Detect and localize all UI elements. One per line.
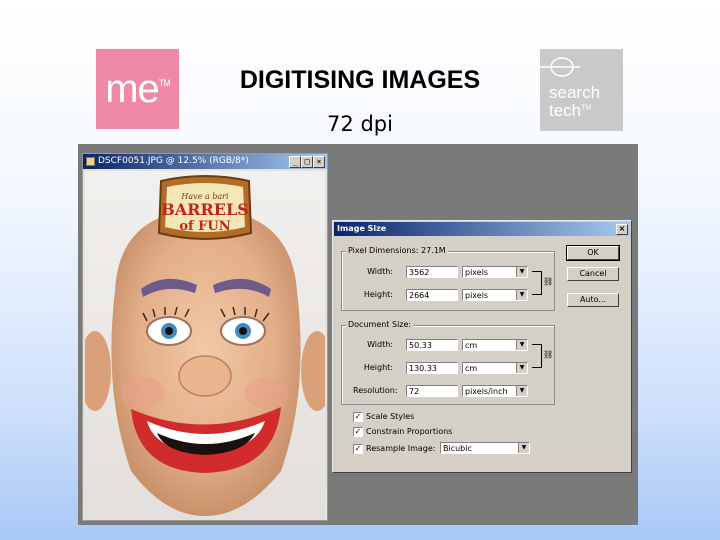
cancel-button[interactable]: Cancel xyxy=(567,267,619,281)
pixel-width-label: Width: xyxy=(367,267,393,276)
scale-styles-checkbox[interactable]: ✓ xyxy=(353,412,363,422)
resolution-unit-select[interactable]: pixels/inch ▼ xyxy=(462,385,528,397)
dropdown-arrow-icon: ▼ xyxy=(516,340,527,350)
dropdown-arrow-icon: ▼ xyxy=(516,290,527,300)
constrain-proportions-checkbox[interactable]: ✓ xyxy=(353,427,363,437)
scale-styles-label: Scale Styles xyxy=(366,412,415,421)
resolution-field[interactable]: 72 xyxy=(406,385,458,397)
pixel-height-field[interactable]: 2664 xyxy=(406,289,458,301)
pixel-dimensions-group xyxy=(341,251,555,311)
slide-subtitle: 72 dpi xyxy=(327,112,393,136)
searchtech-line2-text: tech xyxy=(549,101,582,120)
pixel-height-unit: pixels xyxy=(465,291,489,300)
clown-face-image: Have a bari BARRELS of FUN xyxy=(79,175,333,516)
doc-width-unit: cm xyxy=(465,341,478,350)
auto-button[interactable]: Auto... xyxy=(567,293,619,307)
document-icon xyxy=(86,157,95,166)
me-logo: meTM xyxy=(96,49,179,129)
pixel-height-unit-select[interactable]: pixels ▼ xyxy=(462,289,528,301)
pixel-link-bracket xyxy=(532,271,542,295)
doc-link-bracket xyxy=(532,344,542,368)
searchtech-logo: search techTM xyxy=(540,49,623,131)
svg-text:BARRELS: BARRELS xyxy=(161,200,249,219)
searchtech-tm: TM xyxy=(581,104,592,112)
pixel-width-field[interactable]: 3562 xyxy=(406,266,458,278)
pixel-width-unit-select[interactable]: pixels ▼ xyxy=(462,266,528,278)
maximize-button[interactable]: □ xyxy=(301,156,313,168)
image-size-dialog[interactable]: Image Size × Pixel Dimensions: 27.1M Wid… xyxy=(332,220,632,473)
svg-text:of FUN: of FUN xyxy=(179,219,230,234)
constrain-proportions-label: Constrain Proportions xyxy=(366,427,453,436)
resolution-label: Resolution: xyxy=(353,386,398,395)
clown-face-photo: Have a bari BARRELS of FUN xyxy=(79,171,333,518)
pixel-width-unit: pixels xyxy=(465,268,489,277)
chain-link-icon: ⛓ xyxy=(543,277,554,286)
dialog-titlebar[interactable]: Image Size × xyxy=(334,222,630,236)
doc-height-unit-select[interactable]: cm ▼ xyxy=(462,362,528,374)
dropdown-arrow-icon: ▼ xyxy=(516,267,527,277)
resample-image-checkbox[interactable]: ✓ xyxy=(353,444,363,454)
document-size-legend: Document Size: xyxy=(346,320,414,330)
pixel-dimensions-legend: Pixel Dimensions: 27.1M xyxy=(346,246,448,256)
searchtech-swirl-icon xyxy=(540,57,580,77)
dialog-close-button[interactable]: × xyxy=(616,224,628,235)
doc-width-field[interactable]: 50.33 xyxy=(406,339,458,351)
doc-height-unit: cm xyxy=(465,364,478,373)
document-title: DSCF0051.JPG @ 12.5% (RGB/8*) xyxy=(98,156,249,166)
searchtech-line2: techTM xyxy=(549,101,591,121)
document-titlebar[interactable]: DSCF0051.JPG @ 12.5% (RGB/8*) _ □ × xyxy=(83,154,327,169)
close-button[interactable]: × xyxy=(313,156,325,168)
resample-image-label: Resample Image: xyxy=(366,444,436,453)
chain-link-icon: ⛓ xyxy=(543,350,554,359)
document-window[interactable]: DSCF0051.JPG @ 12.5% (RGB/8*) _ □ × Have… xyxy=(79,153,333,521)
dropdown-arrow-icon: ▼ xyxy=(516,363,527,373)
ok-button[interactable]: OK xyxy=(566,245,620,261)
doc-width-unit-select[interactable]: cm ▼ xyxy=(462,339,528,351)
resample-method-select[interactable]: Bicubic ▼ xyxy=(440,442,530,454)
minimize-button[interactable]: _ xyxy=(289,156,301,168)
doc-height-field[interactable]: 130.33 xyxy=(406,362,458,374)
searchtech-line1: search xyxy=(549,83,601,102)
pixel-height-label: Height: xyxy=(363,290,393,299)
dropdown-arrow-icon: ▼ xyxy=(516,386,527,396)
barrels-of-fun-sign: Have a bari BARRELS of FUN xyxy=(157,175,253,240)
dropdown-arrow-icon: ▼ xyxy=(518,443,529,453)
resolution-unit: pixels/inch xyxy=(465,387,508,396)
me-logo-tm: TM xyxy=(158,78,171,88)
photoshop-screenshot: DSCF0051.JPG @ 12.5% (RGB/8*) _ □ × Have… xyxy=(78,144,638,525)
slide-title: DIGITISING IMAGES xyxy=(239,66,481,94)
resample-method: Bicubic xyxy=(443,444,472,453)
dialog-title: Image Size xyxy=(337,224,387,233)
doc-height-label: Height: xyxy=(363,363,393,372)
doc-width-label: Width: xyxy=(367,340,393,349)
me-logo-text: me xyxy=(105,67,160,111)
